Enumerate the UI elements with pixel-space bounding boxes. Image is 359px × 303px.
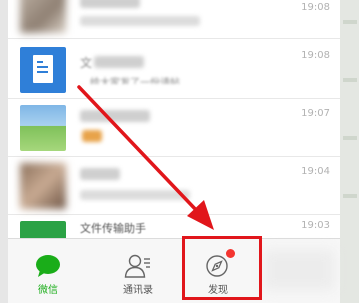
chat-row[interactable]: 文 ，给大家发了一份请帖 19:08 (8, 42, 340, 99)
chat-row[interactable]: 19:08 (8, 0, 340, 39)
contacts-icon (124, 254, 150, 278)
chat-time: 19:03 (301, 220, 330, 231)
chat-time: 19:08 (301, 50, 330, 61)
chat-time: 19:08 (301, 2, 330, 13)
file-transfer-icon (20, 221, 66, 238)
right-frame (340, 0, 359, 303)
tab-label: 通讯录 (123, 285, 153, 296)
chat-time: 19:04 (301, 166, 330, 177)
chat-list: 19:08 文 ，给大家发了一份请帖 19:08 19:07 19:04 文件传… (8, 0, 340, 238)
chat-bubble-icon (36, 255, 60, 277)
tab-label: 微信 (38, 285, 58, 296)
chat-row[interactable]: 19:07 (8, 100, 340, 157)
chat-row[interactable]: 文件传输助手 19:03 (8, 216, 340, 238)
avatar (20, 163, 66, 209)
avatar (20, 0, 66, 33)
tab-me-blurred (264, 250, 334, 290)
left-frame (0, 0, 8, 303)
document-icon (20, 47, 66, 93)
chat-row[interactable]: 19:04 (8, 158, 340, 215)
tab-chats[interactable]: 微信 (22, 239, 74, 303)
chat-preview: ，给大家发了一份请帖 (80, 78, 180, 84)
tab-contacts[interactable]: 通讯录 (108, 239, 168, 303)
chat-title: 文 (80, 56, 93, 70)
avatar (20, 105, 66, 151)
chat-time: 19:07 (301, 108, 330, 119)
chat-title: 文件传输助手 (80, 222, 146, 235)
discover-highlight-box (182, 236, 262, 300)
